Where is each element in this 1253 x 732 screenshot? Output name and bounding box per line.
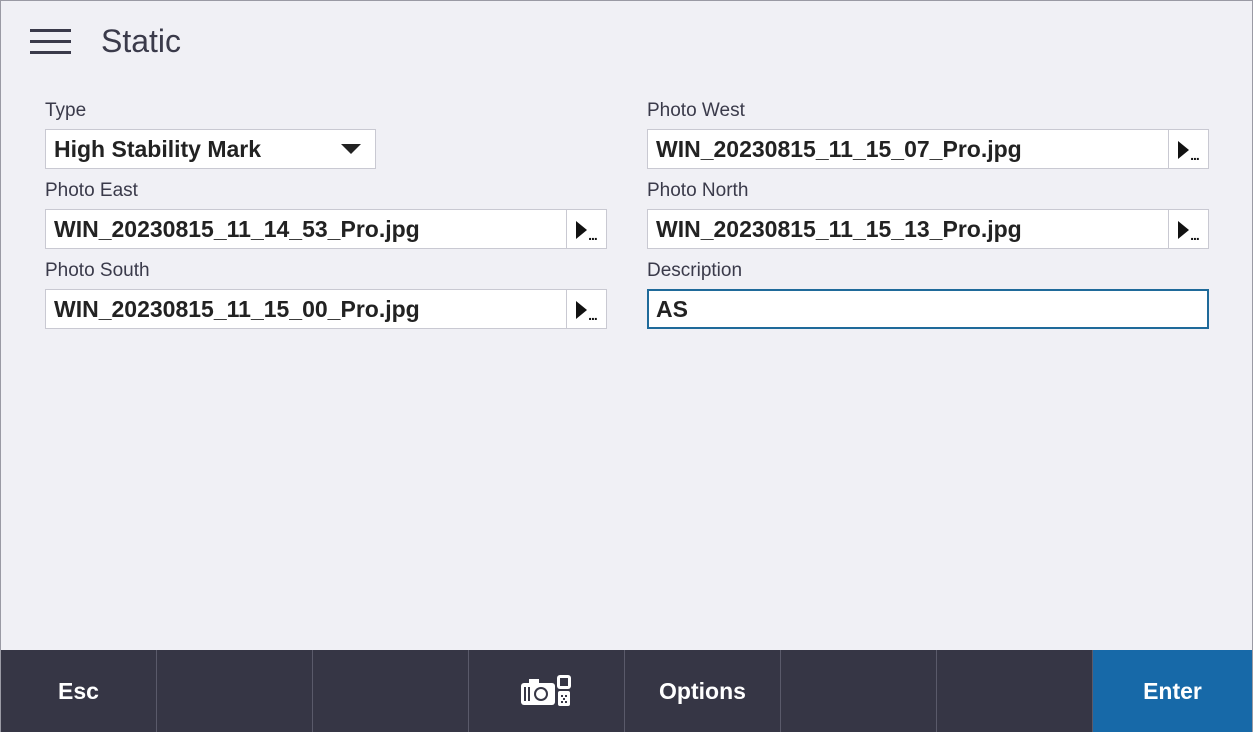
type-dropdown[interactable]: High Stability Mark xyxy=(45,129,376,169)
photo-east-field[interactable]: WIN_20230815_11_14_53_Pro.jpg ... xyxy=(45,209,607,249)
photo-south-value[interactable]: WIN_20230815_11_15_00_Pro.jpg xyxy=(46,296,566,323)
softkey-empty-3[interactable] xyxy=(781,650,937,732)
options-button[interactable]: Options xyxy=(625,650,781,732)
description-input[interactable] xyxy=(649,291,1207,327)
softkey-empty-4[interactable] xyxy=(937,650,1093,732)
photo-east-browse-button[interactable]: ... xyxy=(566,210,606,248)
browse-icon: ... xyxy=(1178,221,1200,242)
enter-button[interactable]: Enter xyxy=(1093,650,1252,732)
photo-west-browse-button[interactable]: ... xyxy=(1168,130,1208,168)
type-label: Type xyxy=(45,100,87,121)
browse-icon: ... xyxy=(576,301,598,322)
photo-south-field[interactable]: WIN_20230815_11_15_00_Pro.jpg ... xyxy=(45,289,607,329)
hamburger-menu-icon[interactable] xyxy=(30,29,72,55)
photo-east-label: Photo East xyxy=(45,180,138,201)
photo-west-label: Photo West xyxy=(647,100,745,121)
photo-west-field[interactable]: WIN_20230815_11_15_07_Pro.jpg ... xyxy=(647,129,1209,169)
page-title: Static xyxy=(101,23,182,59)
photo-south-browse-button[interactable]: ... xyxy=(566,290,606,328)
header: Static xyxy=(1,1,1252,85)
description-field[interactable] xyxy=(647,289,1209,329)
camera-icon xyxy=(520,675,571,706)
esc-button[interactable]: Esc xyxy=(1,650,157,732)
photo-west-value[interactable]: WIN_20230815_11_15_07_Pro.jpg xyxy=(648,136,1168,163)
softkey-empty-1[interactable] xyxy=(157,650,313,732)
camera-button[interactable] xyxy=(469,650,625,732)
photo-north-value[interactable]: WIN_20230815_11_15_13_Pro.jpg xyxy=(648,216,1168,243)
browse-icon: ... xyxy=(1178,141,1200,162)
dropdown-arrow-icon xyxy=(341,144,361,154)
photo-north-browse-button[interactable]: ... xyxy=(1168,210,1208,248)
photo-east-value[interactable]: WIN_20230815_11_14_53_Pro.jpg xyxy=(46,216,566,243)
photo-north-label: Photo North xyxy=(647,180,749,201)
photo-south-label: Photo South xyxy=(45,260,150,281)
softkey-empty-2[interactable] xyxy=(313,650,469,732)
type-value: High Stability Mark xyxy=(54,135,262,162)
app-window: Static Type High Stability Mark Photo Ea… xyxy=(0,0,1253,732)
browse-icon: ... xyxy=(576,221,598,242)
photo-north-field[interactable]: WIN_20230815_11_15_13_Pro.jpg ... xyxy=(647,209,1209,249)
description-label: Description xyxy=(647,260,743,281)
bottom-toolbar: Esc Options Enter xyxy=(1,650,1252,732)
